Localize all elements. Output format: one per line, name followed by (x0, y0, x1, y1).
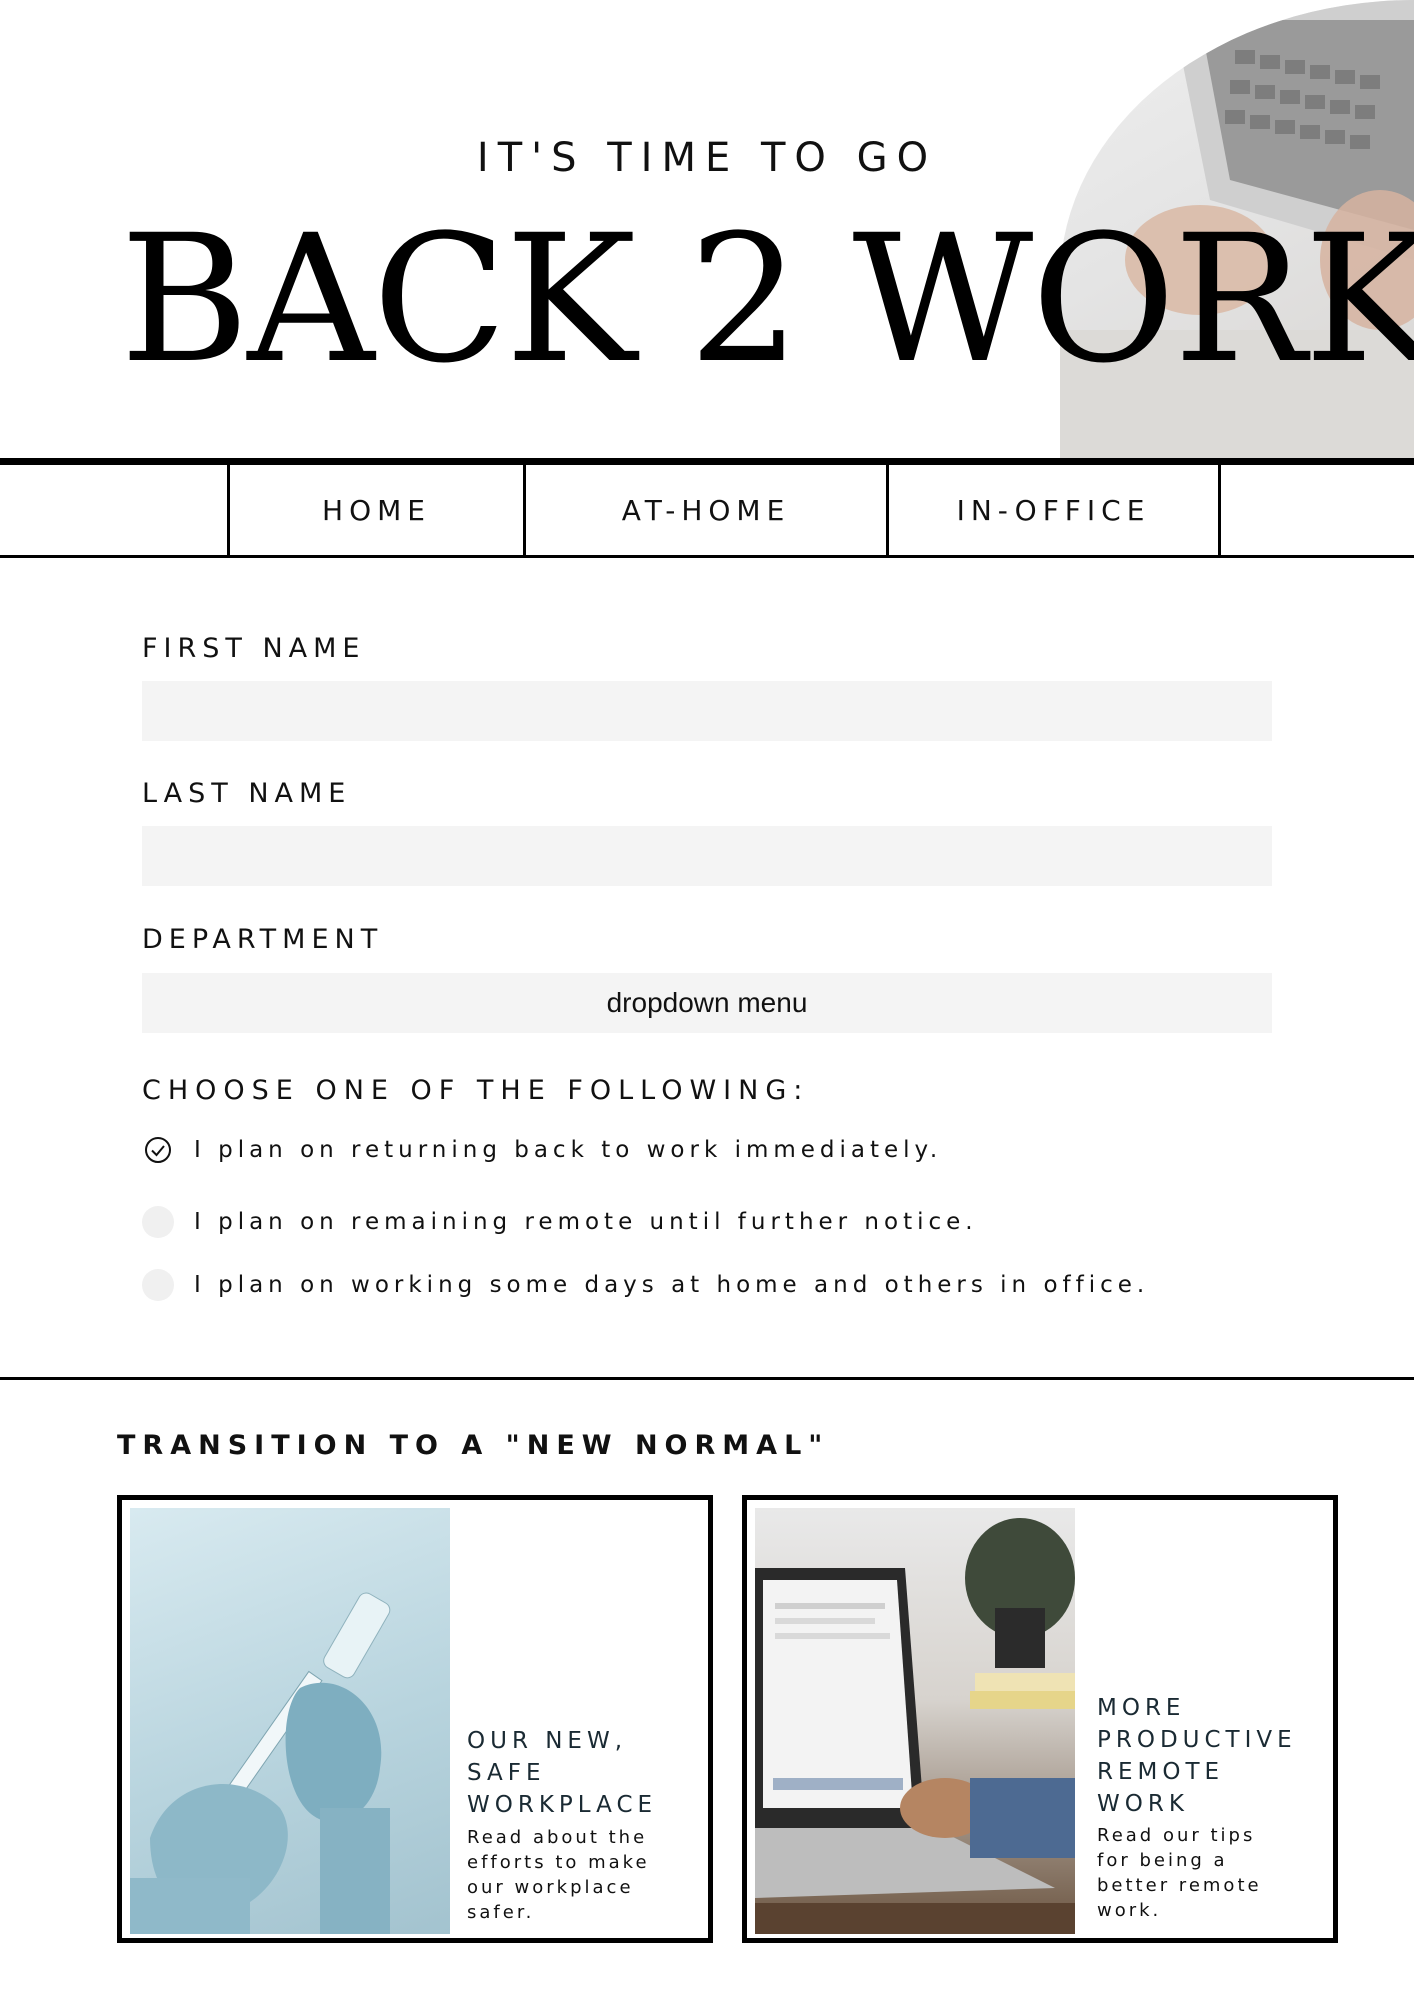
option-label: I plan on working some days at home and … (194, 1272, 1150, 1298)
card-description: Read our tips for being a better remote … (1097, 1825, 1262, 1921)
tab-in-office[interactable]: IN-OFFICE (889, 465, 1218, 555)
card-description: Read about the efforts to make our workp… (467, 1827, 650, 1923)
choice-label: CHOOSE ONE OF THE FOLLOWING: (142, 1075, 810, 1106)
card-heading: OUR NEW, SAFE WORKPLACE (467, 1728, 658, 1818)
card-safe-workplace[interactable]: OUR NEW, SAFE WORKPLACE Read about the e… (117, 1495, 713, 1943)
first-name-label: FIRST NAME (142, 633, 366, 664)
card-remote-work[interactable]: MORE PRODUCTIVE REMOTE WORK Read our tip… (742, 1495, 1338, 1943)
vaccine-syringe-image (130, 1508, 450, 1934)
last-name-input[interactable] (142, 826, 1272, 886)
department-dropdown[interactable]: dropdown menu (142, 973, 1272, 1033)
section-title: TRANSITION TO A "NEW NORMAL" (117, 1430, 830, 1461)
radio-unchecked[interactable] (142, 1269, 174, 1301)
page-subtitle: IT'S TIME TO GO (476, 135, 938, 181)
nav-divider (1218, 465, 1221, 555)
laptop-typing-image (755, 1508, 1075, 1934)
option-return-immediately[interactable]: I plan on returning back to work immedia… (142, 1134, 942, 1166)
option-hybrid[interactable]: I plan on working some days at home and … (142, 1269, 1149, 1301)
nav-bottom-border (0, 555, 1414, 558)
radio-checked[interactable] (142, 1134, 174, 1166)
last-name-label: LAST NAME (142, 778, 352, 809)
department-dropdown-value: dropdown menu (606, 987, 808, 1018)
page-title: BACK 2 WORK (120, 197, 1414, 402)
first-name-input[interactable] (142, 681, 1272, 741)
tab-at-home[interactable]: AT-HOME (526, 465, 886, 555)
section-divider (0, 1377, 1414, 1380)
option-remain-remote[interactable]: I plan on remaining remote until further… (142, 1206, 978, 1238)
option-label: I plan on returning back to work immedia… (194, 1137, 943, 1163)
tab-home[interactable]: HOME (230, 465, 523, 555)
nav-top-border (0, 458, 1414, 465)
option-label: I plan on remaining remote until further… (194, 1209, 978, 1235)
department-label: DEPARTMENT (142, 924, 384, 955)
radio-unchecked[interactable] (142, 1206, 174, 1238)
card-heading: MORE PRODUCTIVE REMOTE WORK (1097, 1695, 1297, 1817)
check-circle-icon (145, 1137, 171, 1163)
